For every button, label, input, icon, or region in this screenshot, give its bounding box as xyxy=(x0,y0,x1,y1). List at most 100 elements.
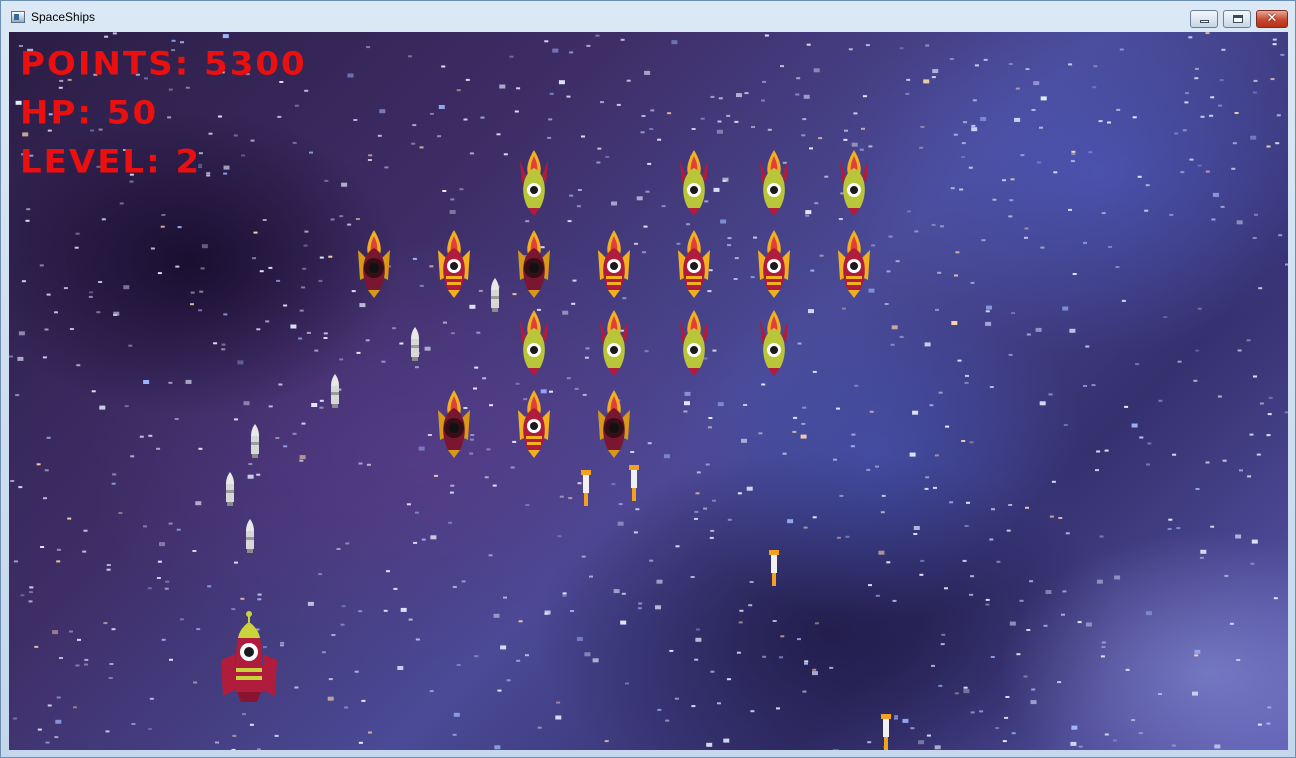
star xyxy=(1218,104,1223,107)
red-alien-ship-icon xyxy=(598,230,630,298)
star xyxy=(156,577,161,579)
star xyxy=(1071,153,1076,156)
star xyxy=(1231,167,1236,170)
star xyxy=(1019,599,1024,602)
star xyxy=(1257,723,1262,726)
star xyxy=(1250,135,1257,140)
star xyxy=(361,699,366,702)
star xyxy=(112,473,117,476)
maximize-button[interactable] xyxy=(1223,10,1251,28)
star xyxy=(1101,212,1106,215)
star xyxy=(356,351,361,354)
player-rocket-icon xyxy=(221,611,277,702)
star xyxy=(971,124,976,127)
star xyxy=(710,529,715,532)
window-title: SpaceShips xyxy=(31,10,96,24)
star xyxy=(201,244,208,249)
star xyxy=(415,366,419,369)
star xyxy=(985,603,990,606)
star xyxy=(1267,413,1272,416)
star xyxy=(386,570,390,573)
star xyxy=(940,643,945,646)
star xyxy=(736,93,742,98)
star xyxy=(970,711,975,714)
star xyxy=(1124,405,1129,408)
star xyxy=(1280,53,1285,56)
star xyxy=(10,480,15,482)
star xyxy=(905,92,910,95)
green-alien-ship-icon xyxy=(760,310,788,376)
star xyxy=(366,463,371,466)
star xyxy=(429,112,434,115)
star xyxy=(223,313,228,316)
star xyxy=(469,304,476,309)
star xyxy=(964,381,969,384)
star xyxy=(438,105,445,109)
star xyxy=(635,508,640,511)
star xyxy=(311,403,318,407)
minimize-button[interactable] xyxy=(1190,10,1218,28)
star xyxy=(299,459,304,462)
star xyxy=(961,142,966,145)
star xyxy=(800,434,807,439)
star xyxy=(1205,170,1210,173)
star xyxy=(525,654,529,657)
star xyxy=(727,518,732,521)
star xyxy=(1275,142,1280,145)
star xyxy=(1100,655,1105,658)
star xyxy=(992,198,997,201)
star xyxy=(1144,209,1149,212)
star xyxy=(450,332,455,335)
star xyxy=(727,244,732,247)
star xyxy=(751,126,755,128)
star xyxy=(1069,328,1076,333)
star xyxy=(643,225,648,228)
star xyxy=(649,559,654,562)
star xyxy=(449,210,456,214)
star xyxy=(910,727,915,730)
star xyxy=(156,447,161,450)
star xyxy=(1209,114,1214,117)
hp-counter: HP: 50 xyxy=(20,94,159,132)
star xyxy=(669,649,674,652)
title-bar[interactable]: SpaceShips ✕ xyxy=(1,1,1295,33)
star xyxy=(891,325,898,330)
star xyxy=(1252,237,1257,239)
star xyxy=(839,494,844,497)
star xyxy=(1211,218,1216,221)
star xyxy=(1061,613,1065,616)
star xyxy=(919,573,924,576)
star xyxy=(764,34,769,37)
minimize-icon xyxy=(1200,20,1209,23)
star xyxy=(399,342,404,345)
star xyxy=(525,504,530,507)
star xyxy=(861,127,865,130)
star xyxy=(503,153,508,156)
star xyxy=(974,64,979,67)
star xyxy=(1253,79,1258,82)
star xyxy=(430,535,437,540)
star xyxy=(331,634,336,636)
star xyxy=(243,401,250,406)
star xyxy=(586,44,591,47)
green-alien-ship-icon xyxy=(520,310,548,376)
star xyxy=(339,358,344,361)
star xyxy=(175,265,180,268)
star xyxy=(979,710,984,713)
star xyxy=(223,165,230,170)
star xyxy=(585,347,590,350)
star xyxy=(804,660,809,663)
star xyxy=(867,741,872,744)
star xyxy=(913,533,918,535)
star xyxy=(710,95,715,98)
game-canvas[interactable]: POINTS: 5300 HP: 50 LEVEL: 2 xyxy=(9,32,1288,750)
star xyxy=(411,142,416,145)
star xyxy=(231,748,236,750)
star xyxy=(559,495,564,498)
star xyxy=(552,48,559,53)
star xyxy=(1138,732,1143,735)
star xyxy=(568,497,573,500)
star xyxy=(895,260,900,263)
close-button[interactable]: ✕ xyxy=(1256,10,1288,28)
star xyxy=(985,310,990,313)
